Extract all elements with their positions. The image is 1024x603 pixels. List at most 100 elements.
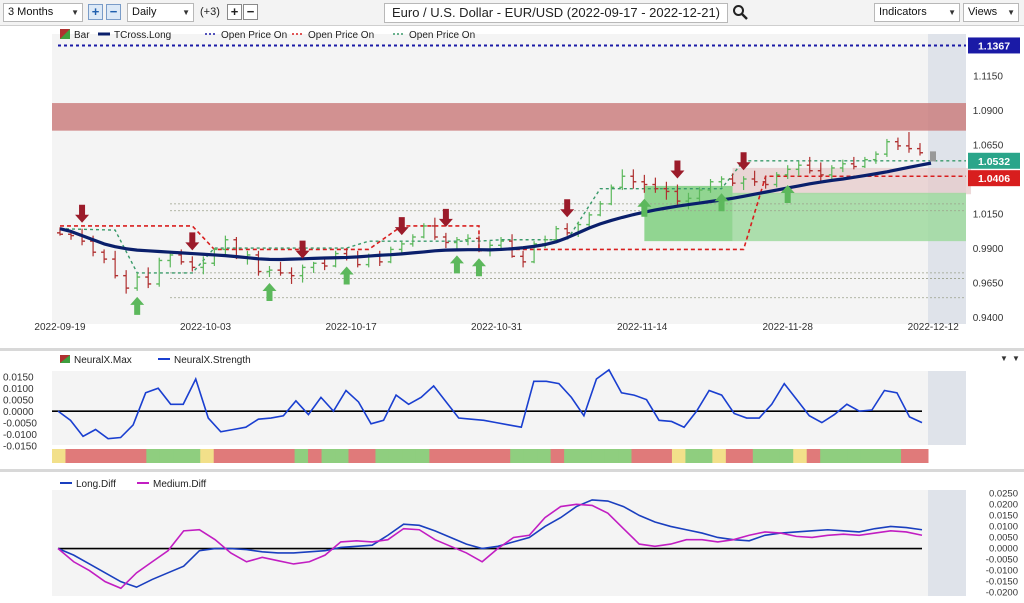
y-tick-label: 1.0650 <box>973 140 1004 151</box>
interval-extra: (+3) <box>200 6 220 18</box>
y-tick-label: 0.9650 <box>973 279 1004 290</box>
strength-strip-cell <box>604 449 619 463</box>
add-interval-button[interactable]: + <box>227 4 242 20</box>
strength-strip-cell <box>631 449 646 463</box>
y-tick-label: 0.0100 <box>3 384 34 395</box>
strength-strip-cell <box>510 449 525 463</box>
strength-strip-cell <box>388 449 403 463</box>
plot-area <box>52 371 966 445</box>
y-tick-label: 0.0150 <box>989 510 1018 521</box>
y-tick-label: -0.0050 <box>986 555 1018 566</box>
chevron-down-icon: ▼ <box>71 8 79 17</box>
interval-select-label: Daily <box>132 6 157 18</box>
chevron-down-icon: ▼ <box>182 8 190 17</box>
collapse-icon: ▼ <box>1000 354 1008 363</box>
strength-strip-cell <box>887 449 902 463</box>
strength-strip-cell <box>361 449 376 463</box>
y-tick-label: 0.0000 <box>3 407 34 418</box>
legend-label: NeuralX.Strength <box>174 355 251 366</box>
y-tick-label: -0.0150 <box>3 442 37 453</box>
strength-strip-cell <box>335 449 349 463</box>
price-panel: 1.1150 1.0900 1.0650 1.0150 0.9900 0.9650 0.94… <box>0 26 1024 348</box>
x-tick-label: 2022-10-17 <box>325 322 377 333</box>
strength-strip-cell <box>132 449 147 463</box>
views-button[interactable]: Views ▼ <box>963 3 1019 22</box>
strength-strip-cell <box>119 449 134 463</box>
interval-select[interactable]: Daily ▼ <box>127 3 194 22</box>
strength-strip-cell <box>186 449 201 463</box>
diff-chart[interactable]: 0.02500.02000.01500.01000.00500.0000-0.0… <box>0 472 1024 600</box>
strength-strip-cell <box>820 449 835 463</box>
y-tick-label: 0.0250 <box>989 488 1018 499</box>
price-chart[interactable]: 1.1150 1.0900 1.0650 1.0150 0.9900 0.9650 0.94… <box>0 26 1024 348</box>
legend-label: NeuralX.Max <box>74 355 132 366</box>
price-tag-label: 1.0532 <box>978 156 1010 168</box>
x-tick-label: 2022-12-12 <box>908 322 960 333</box>
future-zone <box>928 490 966 596</box>
strength-strip-cell <box>618 449 633 463</box>
y-tick-label: 0.0050 <box>989 532 1018 543</box>
resistance-zone <box>52 103 966 131</box>
x-tick-label: 2022-11-14 <box>617 322 668 333</box>
strength-strip-cell <box>375 449 390 463</box>
strength-strip-cell <box>914 449 929 463</box>
strength-strip-cell <box>833 449 848 463</box>
zoom-in-button[interactable]: + <box>88 4 103 20</box>
projection-zone-green <box>732 192 966 242</box>
strength-strip-cell <box>712 449 727 463</box>
x-tick-label: 2022-10-31 <box>471 322 523 333</box>
strength-strip-cell <box>78 449 93 463</box>
legend-label: Open Price On <box>308 30 374 41</box>
remove-interval-button[interactable]: − <box>243 4 258 20</box>
strength-strip-cell <box>496 449 511 463</box>
strength-strip-cell <box>671 449 686 463</box>
zoom-out-button[interactable]: − <box>106 4 121 20</box>
strength-strip-cell <box>874 449 889 463</box>
strength-strip-cell <box>537 449 552 463</box>
y-tick-label: 0.0000 <box>989 544 1018 555</box>
toolbar: 3 Months ▼ + − Daily ▼ (+3) + − Euro / U… <box>0 0 1024 26</box>
chevron-down-icon: ▼ <box>948 8 956 17</box>
legend-label: TCross.Long <box>114 30 171 41</box>
neuralx-panel: 0.0150 0.0100 0.0050 0.0000 -0.0050 -0.0100 -0… <box>0 351 1024 469</box>
x-tick-label: 2022-11-28 <box>762 322 813 333</box>
strength-strip-cell <box>685 449 700 463</box>
y-tick-label: -0.0050 <box>3 419 37 430</box>
strength-strip-cell <box>159 449 174 463</box>
strength-strip-cell <box>752 449 767 463</box>
y-tick-label: -0.0100 <box>3 430 37 441</box>
strength-strip-cell <box>65 449 80 463</box>
strength-strip-cell <box>429 449 444 463</box>
strength-strip-cell <box>860 449 875 463</box>
indicators-label: Indicators <box>879 6 927 18</box>
strength-strip-cell <box>308 449 323 463</box>
legend-label: Medium.Diff <box>153 479 206 490</box>
strength-strip-cell <box>523 449 538 463</box>
strength-strip-cell <box>550 449 565 463</box>
current-bar-marker <box>930 151 936 162</box>
strength-strip-cell <box>281 449 296 463</box>
strength-strip-cell <box>644 449 659 463</box>
strength-strip-cell <box>227 449 242 463</box>
strength-strip-cell <box>294 449 309 463</box>
strength-strip-cell <box>321 449 336 463</box>
symbol-title[interactable]: Euro / U.S. Dollar - EUR/USD (2022-09-17… <box>384 3 728 23</box>
strength-strip-cell <box>658 449 673 463</box>
period-select[interactable]: 3 Months ▼ <box>3 3 83 22</box>
y-tick-label: -0.0150 <box>986 577 1018 588</box>
legend-label: Open Price On <box>409 30 475 41</box>
strength-strip-cell <box>591 449 606 463</box>
price-tag-label: 1.0406 <box>978 173 1010 185</box>
strength-strip-cell <box>577 449 592 463</box>
chevron-down-icon: ▼ <box>1007 8 1015 17</box>
period-select-label: 3 Months <box>8 6 54 18</box>
neuralx-chart[interactable]: 0.01500.01000.00500.0000-0.0050-0.0100-0… <box>0 351 1024 469</box>
y-tick-label: -0.0100 <box>986 566 1018 577</box>
strength-strip-cell <box>901 449 916 463</box>
x-tick-label: 2022-10-03 <box>180 322 232 333</box>
search-icon[interactable] <box>732 4 748 20</box>
strength-strip-cell <box>213 449 228 463</box>
strength-strip-cell <box>847 449 862 463</box>
indicators-button[interactable]: Indicators ▼ <box>874 3 960 22</box>
y-tick-label: 1.0150 <box>973 210 1004 221</box>
